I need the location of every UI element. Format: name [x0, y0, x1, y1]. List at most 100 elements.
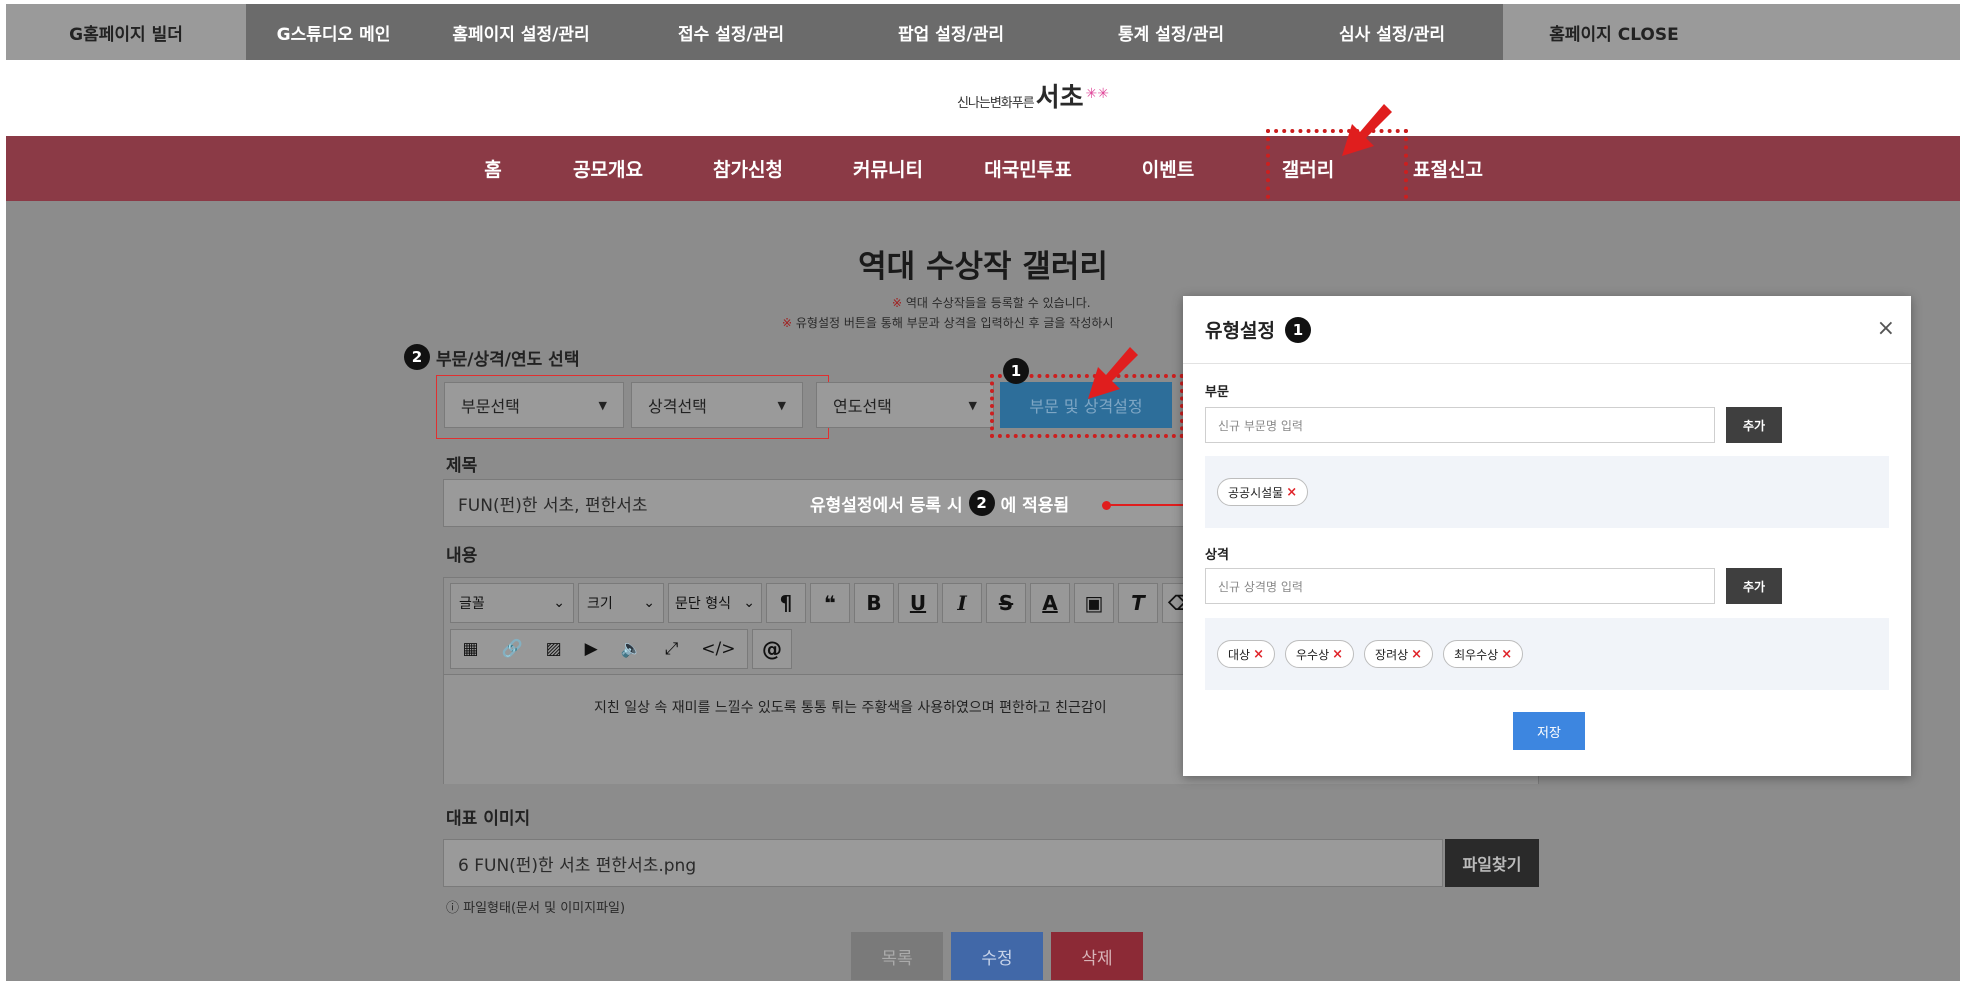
type-settings-modal: 유형설정 1 × 부문 신규 부문명 입력 추가 공공시설물 × 상격 신규 상격… [1183, 296, 1911, 776]
apply-annotation: 유형설정에서 등록 시 2 에 적용됨 [810, 490, 1069, 516]
bold-icon[interactable]: B [854, 583, 894, 623]
topbar-item-popup-settings[interactable]: 팝업 설정/관리 [841, 4, 1061, 60]
topbar-item-stats-settings[interactable]: 통계 설정/관리 [1061, 4, 1281, 60]
logo-strip: 신나는변화푸른 서초 ✳✳ [6, 60, 1960, 136]
site-logo[interactable]: 신나는변화푸른 서초 ✳✳ [957, 85, 1109, 111]
quote-icon[interactable]: ❝ [810, 583, 850, 623]
app-frame: G홈페이지 빌더 G스튜디오 메인 홈페이지 설정/관리 접수 설정/관리 팝업… [6, 4, 1960, 981]
image-icon[interactable]: ▨ [546, 639, 562, 659]
division-select[interactable]: 부문선택 ▼ [444, 382, 624, 428]
nav-item-community[interactable]: 커뮤니티 [818, 155, 958, 182]
list-button[interactable]: 목록 [851, 932, 943, 980]
chevron-down-icon: ⌄ [553, 595, 565, 611]
code-icon[interactable]: </> [701, 639, 735, 659]
title-field-label: 제목 [446, 456, 478, 476]
content-field-label: 내용 [446, 546, 478, 566]
logo-stars-icon: ✳✳ [1085, 86, 1110, 102]
fullscreen-icon[interactable]: ⤢ [665, 639, 679, 659]
chevron-down-icon: ⌄ [643, 595, 655, 611]
notice-line-1: ※ 역대 수상작들을 등록할 수 있습니다. [892, 294, 1091, 311]
delete-button[interactable]: 삭제 [1051, 932, 1143, 980]
annotation-text-after: 에 적용됨 [1000, 495, 1070, 516]
award-select-value: 상격선택 [648, 397, 707, 416]
remove-tag-icon[interactable]: × [1253, 647, 1264, 662]
strikethrough-icon[interactable]: S [986, 583, 1026, 623]
size-select[interactable]: 크기 ⌄ [578, 583, 664, 623]
close-icon[interactable]: × [1877, 316, 1895, 341]
image-file-input[interactable]: 6 FUN(펀)한 서초 편한서초.png [443, 839, 1443, 887]
remove-tag-icon[interactable]: × [1332, 647, 1343, 662]
remove-tag-icon[interactable]: × [1411, 647, 1422, 662]
nav-item-event[interactable]: 이벤트 [1098, 155, 1238, 182]
select-label-text: 부문/상격/연도 선택 [436, 349, 580, 370]
nav-item-public-vote[interactable]: 대국민투표 [958, 155, 1098, 182]
award-select[interactable]: 상격선택 ▼ [631, 382, 803, 428]
division-tag-list: 공공시설물 × [1205, 456, 1889, 528]
paragraph-format-value: 문단 형식 [675, 596, 731, 612]
highlight-color-icon[interactable]: ▣ [1074, 583, 1114, 623]
add-division-button[interactable]: 추가 [1726, 407, 1782, 443]
save-button[interactable]: 저장 [1513, 712, 1585, 750]
tag-label: 공공시설물 [1228, 485, 1284, 500]
nav-item-home[interactable]: 홈 [448, 155, 538, 182]
font-select[interactable]: 글꼴 ⌄ [450, 583, 574, 623]
award-name-input[interactable]: 신규 상격명 입력 [1205, 568, 1715, 604]
mention-icon[interactable]: @ [752, 629, 792, 669]
admin-topbar: G홈페이지 빌더 G스튜디오 메인 홈페이지 설정/관리 접수 설정/관리 팝업… [6, 4, 1960, 60]
nav-item-overview[interactable]: 공모개요 [538, 155, 678, 182]
annotation-connector-line [1108, 504, 1184, 506]
clear-format-icon[interactable]: T [1118, 583, 1158, 623]
division-tag: 공공시설물 × [1217, 478, 1309, 506]
page-title: 역대 수상작 갤러리 [858, 249, 1108, 285]
annotation-text-before: 유형설정에서 등록 시 [810, 495, 963, 516]
award-tag: 우수상 × [1285, 640, 1355, 668]
chevron-down-icon: ▼ [968, 398, 977, 412]
notice-mark: ※ [892, 296, 903, 310]
edit-button[interactable]: 수정 [951, 932, 1043, 980]
logo-slogan: 신나는변화푸른 [956, 96, 1035, 111]
insert-toolbar-group: ▦ 🔗 ▨ ▶ 🔈 ⤢ </> [450, 629, 748, 669]
step-badge-2: 2 [404, 344, 430, 370]
italic-icon[interactable]: I [942, 583, 982, 623]
gallery-pointer-arrow-icon [1342, 104, 1392, 156]
type-button-pointer-arrow-icon [1088, 347, 1138, 399]
topbar-item-homepage-settings[interactable]: 홈페이지 설정/관리 [421, 4, 621, 60]
video-icon[interactable]: ▶ [585, 639, 598, 659]
award-tag: 대상 × [1217, 640, 1275, 668]
file-type-hint: ⓘ 파일형태(문서 및 이미지파일) [446, 901, 626, 916]
award-tag: 최우수상 × [1443, 640, 1524, 668]
notice-text-2: 유형설정 버튼을 통해 부문과 상격을 입력하신 후 글을 작성하시 [792, 316, 1114, 330]
select-section-label: 2 부문/상격/연도 선택 [404, 344, 579, 370]
topbar-item-homepage-close[interactable]: 홈페이지 CLOSE [1503, 4, 1725, 60]
tag-label: 대상 [1228, 647, 1251, 662]
underline-icon[interactable]: U [898, 583, 938, 623]
topbar-item-studio-main[interactable]: G스튜디오 메인 [246, 4, 421, 60]
topbar-item-builder[interactable]: G홈페이지 빌더 [6, 4, 246, 60]
image-field-label: 대표 이미지 [446, 809, 531, 829]
grid-icon[interactable]: ▦ [462, 639, 478, 659]
main-nav: 홈 공모개요 참가신청 커뮤니티 대국민투표 이벤트 갤러리 표절신고 [6, 136, 1960, 201]
modal-title: 유형설정 [1205, 320, 1275, 342]
division-section-label: 부문 [1205, 385, 1229, 400]
file-find-button[interactable]: 파일찾기 [1445, 839, 1539, 887]
topbar-item-reception-settings[interactable]: 접수 설정/관리 [621, 4, 841, 60]
tag-label: 최우수상 [1454, 647, 1499, 662]
paragraph-format-select[interactable]: 문단 형식 ⌄ [668, 583, 762, 623]
year-select-value: 연도선택 [833, 397, 892, 416]
font-color-icon[interactable]: A [1030, 583, 1070, 623]
link-icon[interactable]: 🔗 [501, 639, 522, 659]
add-award-button[interactable]: 추가 [1726, 568, 1782, 604]
font-select-value: 글꼴 [459, 596, 485, 612]
chevron-down-icon: ▼ [598, 398, 607, 412]
division-select-value: 부문선택 [461, 397, 520, 416]
topbar-item-review-settings[interactable]: 심사 설정/관리 [1281, 4, 1503, 60]
remove-tag-icon[interactable]: × [1286, 485, 1297, 500]
year-select[interactable]: 연도선택 ▼ [816, 382, 994, 428]
pilcrow-icon[interactable]: ¶ [766, 583, 806, 623]
audio-icon[interactable]: 🔈 [621, 639, 642, 659]
award-tag-list: 대상 × 우수상 × 장려상 × 최우수상 × [1205, 618, 1889, 690]
division-name-input[interactable]: 신규 부문명 입력 [1205, 407, 1715, 443]
remove-tag-icon[interactable]: × [1501, 647, 1512, 662]
nav-item-apply[interactable]: 참가신청 [678, 155, 818, 182]
award-tag: 장려상 × [1364, 640, 1434, 668]
